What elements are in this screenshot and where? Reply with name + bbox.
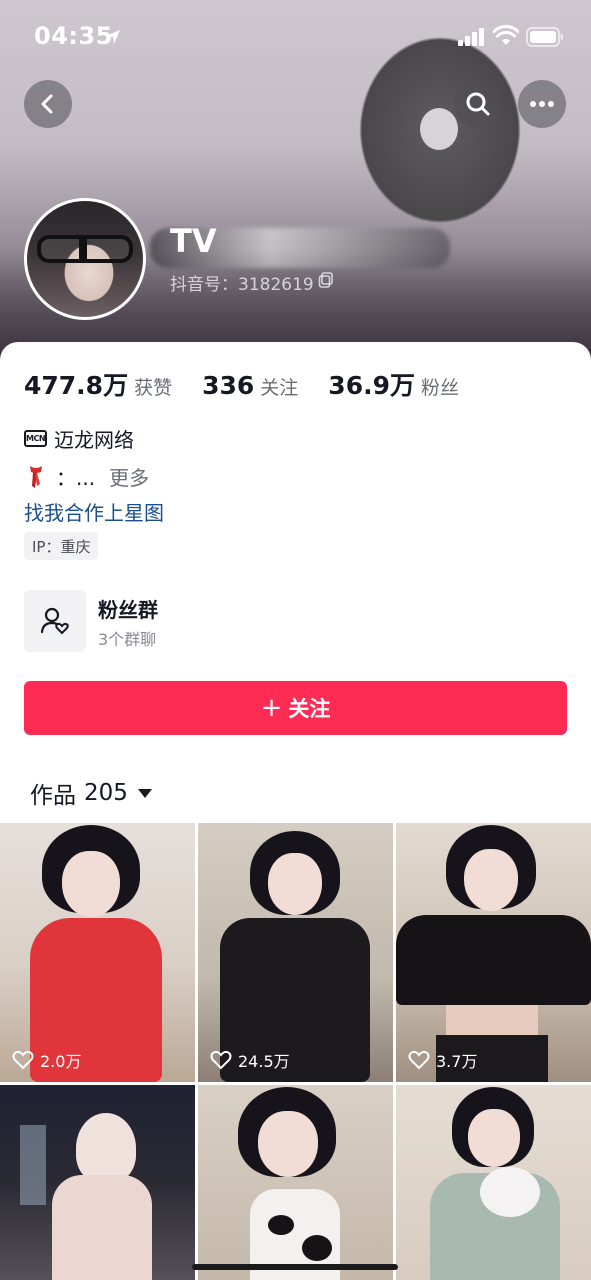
mcn-icon: MCN [24,430,47,447]
fan-group-icon [40,607,69,635]
douyin-id: 抖音号：3182619 [170,275,314,295]
fan-group-subtitle: 3个群聊 [98,630,157,649]
likes-count: 477.8万 [24,371,129,400]
location-arrow-icon [106,30,120,44]
following-count[interactable]: 336 [202,371,254,400]
video-tile[interactable]: 24.5万 [198,823,393,1082]
wifi-icon [493,25,519,45]
heart-outline-icon [12,1050,34,1070]
caret-down-icon [137,788,152,798]
follow-button[interactable]: + 关注 [24,681,567,735]
more-dots-icon [530,101,554,107]
mcn-row[interactable]: MCN 迈龙网络 [24,424,134,453]
video-grid: 2.0万 24.5万 3.7万 [0,823,591,1280]
following-label[interactable]: 关注 [260,373,298,400]
video-tile[interactable] [198,1085,393,1280]
works-label: 作品 [30,783,76,809]
chevron-left-icon [41,94,53,114]
scarf-icon [30,465,42,488]
plus-icon: + [260,693,283,723]
fan-group-entry[interactable]: 粉丝群 3个群聊 [24,590,444,652]
search-button[interactable] [454,80,502,128]
battery-icon [526,27,563,47]
copy-icon[interactable] [318,272,334,288]
works-count: 205 [84,780,128,806]
follow-label: 关注 [288,697,331,721]
back-button[interactable] [24,80,72,128]
profile-name: TV [170,222,217,260]
search-icon [466,92,490,116]
video-tile[interactable] [396,1085,591,1280]
video-tile[interactable] [0,1085,195,1280]
star-map-link[interactable]: 找我合作上星图 [24,497,164,526]
bio-more-link[interactable]: 更多 [109,462,149,491]
like-count: 3.7万 [408,1048,477,1072]
avatar[interactable] [24,198,146,320]
heart-outline-icon [408,1050,430,1070]
fan-group-title: 粉丝群 [98,598,158,622]
like-count: 24.5万 [210,1048,290,1072]
mcn-name: 迈龙网络 [54,428,134,452]
status-time: 04:35 [34,22,113,50]
followers-label[interactable]: 粉丝 [421,373,459,400]
bio-text: ：... [56,466,96,490]
heart-outline-icon [210,1050,232,1070]
ip-location-badge: IP：重庆 [24,532,99,560]
bio-row: ：... 更多 [24,462,149,491]
works-tab[interactable]: 作品 205 [30,776,152,810]
status-bar: 04:35 [0,0,591,76]
home-indicator[interactable] [192,1264,398,1270]
stats-row: 477.8万 获赞 336 关注 36.9万 粉丝 [24,366,489,400]
video-tile[interactable]: 2.0万 [0,823,195,1082]
banner-art [420,108,458,150]
likes-label: 获赞 [134,377,173,399]
followers-count[interactable]: 36.9万 [328,366,415,402]
cellular-signal-icon [458,28,484,46]
like-count: 2.0万 [12,1048,81,1072]
more-button[interactable] [518,80,566,128]
video-tile[interactable]: 3.7万 [396,823,591,1082]
